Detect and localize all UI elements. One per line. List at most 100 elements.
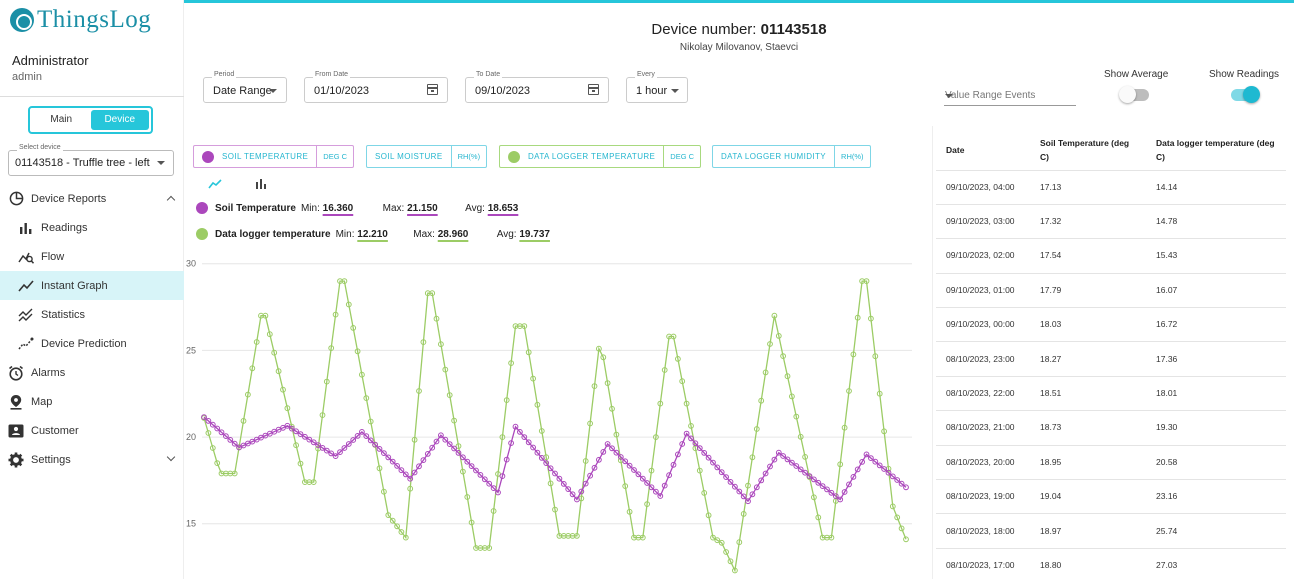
caret-down-icon (671, 89, 679, 93)
table-header-date: Date (936, 130, 1030, 171)
series-color-dot (196, 202, 208, 214)
nav-device-reports[interactable]: Device Reports (0, 184, 184, 213)
table-row: 09/10/2023, 00:00 18.03 16.72 (936, 307, 1286, 343)
device-number-prefix: Device number: (651, 21, 761, 38)
value-range-events-label: Value Range Events (945, 90, 1036, 101)
cell-logger-temperature: 23.16 (1146, 479, 1286, 515)
sensor-chip-data-logger-humidity[interactable]: DATA LOGGER HUMIDITY RH(%) (712, 145, 871, 168)
table-row: 08/10/2023, 18:00 18.97 25.74 (936, 513, 1286, 549)
chevron-up-icon (166, 195, 176, 205)
sensor-chip-data-logger-temperature[interactable]: DATA LOGGER TEMPERATURE DEG C (499, 145, 702, 168)
sensor-name: DATA LOGGER TEMPERATURE (528, 152, 656, 161)
alarm-clock-icon (8, 365, 24, 381)
multi-trend-icon (18, 307, 34, 323)
nav-readings-label: Readings (41, 221, 88, 234)
caret-down-icon (269, 89, 277, 93)
from-date-value: 01/10/2023 (314, 85, 370, 97)
sensor-name: DATA LOGGER HUMIDITY (721, 152, 827, 161)
every-select[interactable]: Every 1 hour (626, 71, 688, 103)
from-date-field[interactable]: From Date 01/10/2023 (304, 71, 448, 103)
temperature-line-chart[interactable]: 15 20 25 30 (184, 258, 912, 579)
mode-toggle: Main Device (28, 106, 153, 134)
sensor-name: SOIL TEMPERATURE (222, 152, 309, 161)
nav-statistics[interactable]: Statistics (0, 300, 184, 329)
cell-logger-temperature: 27.03 (1146, 548, 1286, 579)
table-row: 08/10/2023, 22:00 18.51 18.01 (936, 376, 1286, 412)
sidebar-nav: Device Reports Readings Flow Instant Gra… (0, 184, 184, 474)
nav-flow[interactable]: Flow (0, 242, 184, 271)
y-tick-label: 20 (186, 432, 196, 442)
cell-date: 08/10/2023, 21:00 (936, 410, 1030, 446)
flow-search-icon (18, 249, 34, 265)
line-chart-toggle-icon[interactable] (208, 176, 222, 194)
switch-knob (1119, 86, 1136, 103)
from-date-label: From Date (313, 71, 351, 78)
cell-soil-temperature: 18.95 (1030, 445, 1146, 481)
stat-min-label: Min: (300, 202, 320, 214)
cell-soil-temperature: 18.51 (1030, 376, 1146, 412)
nav-alarms[interactable]: Alarms (0, 358, 184, 387)
cell-soil-temperature: 19.04 (1030, 479, 1146, 515)
cell-soil-temperature: 17.13 (1030, 170, 1146, 205)
to-date-field[interactable]: To Date 09/10/2023 (465, 71, 609, 103)
mode-device-button[interactable]: Device (90, 110, 149, 130)
nav-settings[interactable]: Settings (0, 445, 184, 474)
caret-down-icon (945, 94, 953, 98)
nav-instant-graph[interactable]: Instant Graph (0, 271, 184, 300)
device-select-label: Select device (17, 144, 63, 151)
nav-device-prediction[interactable]: Device Prediction (0, 329, 184, 358)
readings-table: Date Soil Temperature (deg C) Data logge… (936, 130, 1286, 579)
stat-avg-value: 19.737 (519, 228, 550, 240)
period-select[interactable]: Period Date Range (203, 71, 287, 103)
nav-flow-label: Flow (41, 250, 65, 263)
show-average-switch[interactable] (1119, 86, 1149, 103)
table-header-row: Date Soil Temperature (deg C) Data logge… (936, 130, 1286, 171)
logo[interactable]: ThingsLog (10, 6, 151, 34)
bar-chart-toggle-icon[interactable] (255, 176, 267, 194)
sensor-unit: RH(%) (450, 146, 487, 167)
stat-avg-label: Avg: (496, 228, 517, 240)
cell-date: 08/10/2023, 20:00 (936, 445, 1030, 481)
nav-device-reports-label: Device Reports (31, 192, 107, 205)
calendar-icon[interactable] (427, 84, 438, 95)
sidebar: ThingsLog Administrator admin Main Devic… (0, 0, 184, 579)
sensor-unit: DEG C (316, 146, 353, 167)
every-value: 1 hour (636, 85, 668, 97)
stat-max-value: 28.960 (437, 228, 469, 240)
cell-logger-temperature: 15.43 (1146, 238, 1286, 274)
device-select[interactable]: Select device 01143518 - Truffle tree - … (8, 144, 174, 176)
cell-soil-temperature: 17.79 (1030, 273, 1146, 309)
bar-chart-icon (18, 220, 34, 236)
calendar-icon[interactable] (588, 84, 599, 95)
value-range-events-select[interactable]: Value Range Events (944, 86, 1076, 106)
cell-date: 08/10/2023, 17:00 (936, 548, 1030, 579)
nav-readings[interactable]: Readings (0, 213, 184, 242)
nav-map-label: Map (31, 395, 53, 408)
table-row: 08/10/2023, 20:00 18.95 20.58 (936, 445, 1286, 481)
gear-icon (8, 452, 24, 468)
nav-customer[interactable]: Customer (0, 416, 184, 445)
cell-logger-temperature: 18.01 (1146, 376, 1286, 412)
mode-main-button[interactable]: Main (32, 110, 91, 130)
sensor-unit: DEG C (663, 146, 700, 167)
cell-soil-temperature: 17.32 (1030, 204, 1146, 240)
sensor-chip-soil-temperature[interactable]: SOIL TEMPERATURE DEG C (193, 145, 355, 168)
cell-date: 09/10/2023, 04:00 (936, 170, 1030, 205)
nav-alarms-label: Alarms (31, 366, 66, 379)
divider (0, 96, 184, 97)
page-subtitle: Nikolay Milovanov, Staevci (679, 42, 799, 53)
show-readings-switch[interactable] (1231, 86, 1260, 103)
cell-soil-temperature: 18.73 (1030, 410, 1146, 446)
series-color-dot (508, 150, 520, 163)
nav-customer-label: Customer (31, 424, 79, 437)
table-row: 08/10/2023, 21:00 18.73 19.30 (936, 410, 1286, 446)
nav-map[interactable]: Map (0, 387, 184, 416)
cell-date: 08/10/2023, 22:00 (936, 376, 1030, 412)
sensor-name: SOIL MOISTURE (375, 152, 443, 161)
sensor-chip-soil-moisture[interactable]: SOIL MOISTURE RH(%) (366, 145, 488, 168)
to-date-label: To Date (474, 71, 503, 78)
cell-soil-temperature: 18.80 (1030, 548, 1146, 579)
series-line (203, 416, 907, 503)
every-label: Every (635, 71, 657, 78)
prediction-icon (18, 336, 34, 352)
